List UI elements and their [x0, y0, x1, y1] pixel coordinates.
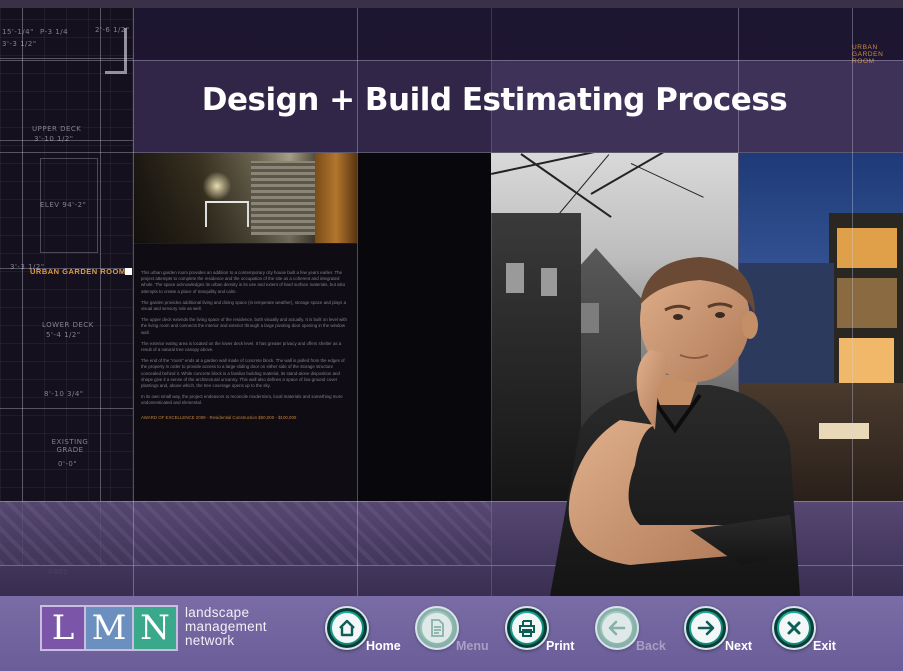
blueprint-label: 3'-10 1/2": [34, 135, 74, 143]
logo-letter-n: N: [132, 605, 178, 651]
description-paragraph: The garden provides additional living an…: [141, 299, 347, 312]
logo-word: network: [185, 633, 235, 648]
print-label: Print: [546, 639, 575, 653]
home-label: Home: [366, 639, 401, 653]
logo-letter-m: M: [86, 605, 132, 651]
garden-photo: [133, 153, 357, 243]
blueprint-label: P-3 1/4: [40, 28, 69, 36]
blueprint-label: 3'-3 1/2": [2, 40, 37, 48]
blueprint-label: 2'-6 1/2": [95, 26, 130, 34]
description-paragraph: In its own small way, the project endeav…: [141, 394, 343, 406]
back-label: Back: [636, 639, 666, 653]
thinking-man-photo: [550, 257, 800, 596]
urban-garden-room-label: URBAN GARDEN ROOM: [30, 267, 126, 276]
blueprint-label: UPPER DECK: [32, 125, 82, 133]
grid-line: [0, 60, 903, 61]
description-paragraph: The exterior eating area is located on t…: [141, 340, 342, 353]
lmn-logo: L M N: [40, 605, 180, 651]
dark-panel: [357, 153, 491, 501]
document-icon: [422, 613, 452, 643]
blueprint-label: LOWER DECK: [42, 321, 94, 329]
logo-wordmark: landscape management network: [185, 606, 267, 648]
printer-icon: [512, 613, 542, 643]
exit-label: Exit: [813, 639, 836, 653]
logo-letter-l: L: [40, 605, 86, 651]
blueprint-label: 0'-0": [58, 460, 78, 468]
slide-canvas: 15'-1/4" P-3 1/4 2'-6 1/2" 3'-3 1/2" UPP…: [0, 0, 903, 596]
top-strip: [0, 0, 903, 8]
award-text: AWARD OF EXCELLENCE 2009 · Residential C…: [141, 414, 297, 420]
project-description: This urban garden room provides an addit…: [141, 270, 351, 426]
description-paragraph: The upper deck extends the living space …: [141, 317, 347, 335]
description-paragraph: This urban garden room provides an addit…: [141, 270, 346, 294]
next-label: Next: [725, 639, 753, 653]
project-badge: URBAN GARDEN ROOM: [852, 44, 884, 65]
arrow-left-icon: [602, 613, 632, 643]
menu-label: Menu: [456, 639, 489, 653]
blueprint-label: ELEV 94'-2": [40, 201, 87, 209]
logo-word: landscape: [185, 605, 250, 620]
grid-line: [0, 152, 903, 153]
description-paragraph: The end of the "room" ends at a garden w…: [141, 358, 345, 389]
blueprint-label: EXISTING GRADE: [51, 438, 89, 454]
close-icon: [779, 613, 809, 643]
home-icon: [332, 613, 362, 643]
arrow-right-icon: [691, 613, 721, 643]
bottom-texture: [0, 501, 491, 565]
blueprint-label: 5'-4 1/2": [46, 331, 81, 339]
marker-dot: [125, 268, 132, 275]
blueprint-label: 15'-1/4": [2, 28, 34, 36]
page-title: Design + Build Estimating Process: [201, 82, 788, 118]
logo-word: management: [185, 619, 267, 634]
blueprint-label: 8'-10 3/4": [44, 390, 84, 398]
